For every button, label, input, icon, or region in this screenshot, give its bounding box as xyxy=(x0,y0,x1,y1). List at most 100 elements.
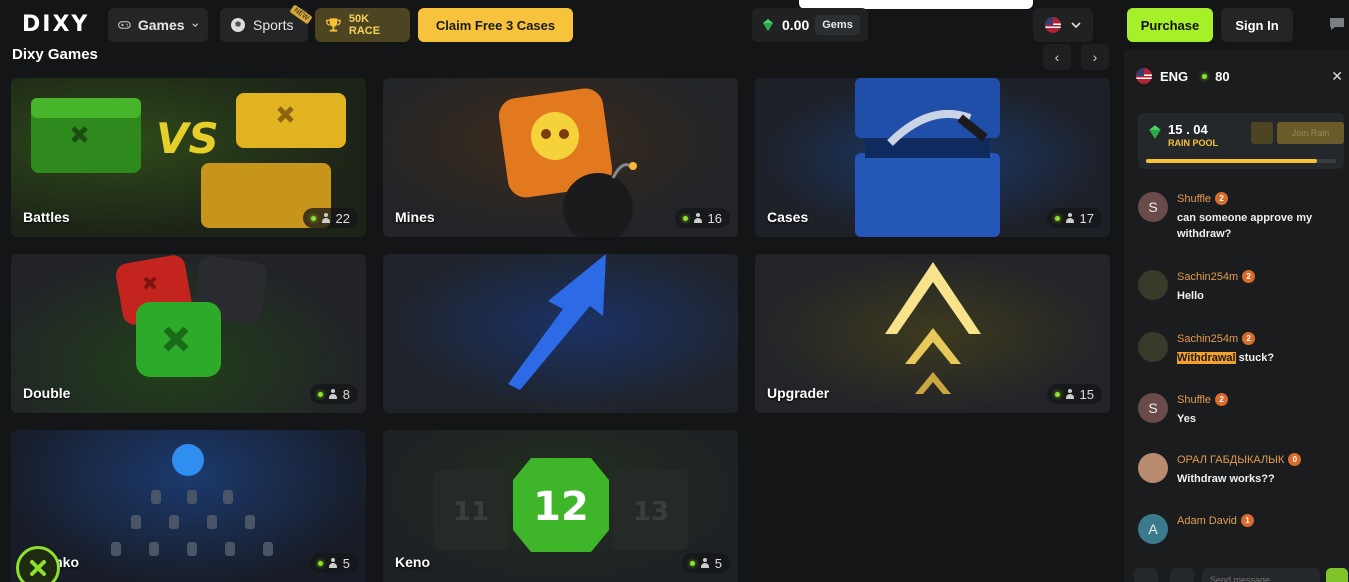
player-count: 5 xyxy=(681,553,730,573)
message-author[interactable]: Sachin254m 2 xyxy=(1177,270,1256,283)
avatar[interactable] xyxy=(1138,332,1168,362)
player-count-value: 15 xyxy=(1079,386,1094,402)
player-count-value: 5 xyxy=(714,555,722,571)
message-author[interactable]: Shuffle 2 xyxy=(1177,192,1229,205)
online-dot xyxy=(310,215,316,221)
game-card-cases[interactable]: Cases 17 xyxy=(755,78,1110,237)
discord-icon[interactable] xyxy=(1134,568,1158,582)
message-text: Withdrawal stuck? xyxy=(1177,352,1275,364)
online-dot xyxy=(1054,215,1060,221)
race-label: 50K RACE xyxy=(348,13,381,37)
join-rain-button[interactable]: Join Rain xyxy=(1277,122,1344,144)
player-count-value: 5 xyxy=(342,555,350,571)
game-card-keno[interactable]: 11 13 12 Keno 5 xyxy=(383,430,738,582)
keno-number-left: 11 xyxy=(453,497,489,527)
user-icon xyxy=(1065,389,1075,399)
online-dot xyxy=(317,560,323,566)
rain-pool-value: 15 . 04 xyxy=(1168,122,1208,137)
logo[interactable]: DIXY xyxy=(22,12,89,37)
keno-number-center: 12 xyxy=(533,484,589,530)
chat-icon[interactable] xyxy=(1328,16,1346,32)
us-flag-icon xyxy=(1136,68,1152,84)
player-count: 8 xyxy=(309,384,358,404)
race-button[interactable]: 50K RACE xyxy=(315,8,410,42)
rain-progress-fill xyxy=(1146,159,1317,163)
sign-in-button[interactable]: Sign In xyxy=(1221,8,1293,42)
game-label: Mines xyxy=(395,209,435,225)
lightbulb-icon xyxy=(1251,122,1273,144)
player-count: 15 xyxy=(1046,384,1102,404)
level-badge: 2 xyxy=(1242,270,1256,283)
sports-nav-button[interactable]: Sports NEW xyxy=(220,4,313,42)
kick-icon[interactable] xyxy=(1170,568,1194,582)
avatar[interactable]: S xyxy=(1138,393,1168,423)
avatar[interactable]: A xyxy=(1138,514,1168,544)
gem-icon xyxy=(763,19,773,31)
rain-progress xyxy=(1146,159,1336,163)
player-count: 16 xyxy=(674,208,730,228)
games-menu-button[interactable]: Games xyxy=(108,8,208,42)
message-text: Hello xyxy=(1177,290,1204,302)
player-count-value: 16 xyxy=(707,210,722,226)
level-badge: 1 xyxy=(1240,514,1254,527)
highlighted-word: Withdrawal xyxy=(1177,352,1236,364)
message-author[interactable]: ОРАЛ ГАБДЫКАЛЫК 0 xyxy=(1177,453,1302,466)
chevron-down-icon xyxy=(1071,22,1081,29)
message-author[interactable]: Adam David 1 xyxy=(1177,514,1254,527)
keno-number-right: 13 xyxy=(633,497,669,527)
gem-icon xyxy=(1149,125,1161,139)
chat-message-input[interactable]: Send message... xyxy=(1202,568,1320,582)
user-icon xyxy=(1065,213,1075,223)
player-count: 17 xyxy=(1046,208,1102,228)
rain-pool-label: RAIN POOL xyxy=(1168,138,1219,148)
game-card-upgrader[interactable]: Upgrader 15 xyxy=(755,254,1110,413)
carousel-prev-button[interactable]: ‹ xyxy=(1043,44,1071,70)
player-count: 5 xyxy=(309,553,358,573)
avatar[interactable]: S xyxy=(1138,192,1168,222)
chat-language[interactable]: ENG xyxy=(1160,69,1188,84)
sports-label: Sports xyxy=(253,17,294,33)
claim-free-cases-button[interactable]: Claim Free 3 Cases xyxy=(418,8,573,42)
games-label: Games xyxy=(137,17,185,33)
user-icon xyxy=(693,213,703,223)
section-title: Dixy Games xyxy=(12,46,98,63)
purchase-button[interactable]: Purchase xyxy=(1127,8,1213,42)
trophy-icon xyxy=(326,18,341,32)
dixy-logo-icon xyxy=(30,560,46,576)
level-badge: 0 xyxy=(1288,453,1302,466)
online-dot xyxy=(682,215,688,221)
gem-balance: 0.00 Gems xyxy=(752,8,868,42)
send-button[interactable] xyxy=(1326,568,1348,582)
game-label: Cases xyxy=(767,209,809,225)
game-label: Upgrader xyxy=(767,385,830,401)
online-dot xyxy=(689,560,695,566)
message-text: Yes xyxy=(1177,413,1196,425)
game-card-double[interactable]: Double 8 xyxy=(11,254,366,413)
message-author[interactable]: Sachin254m 2 xyxy=(1177,332,1256,345)
rain-pool: 15 . 04 RAIN POOL Join Rain xyxy=(1138,113,1344,169)
game-card-mines[interactable]: Mines 16 xyxy=(383,78,738,237)
arrow-up-illustration xyxy=(508,254,606,390)
svg-text:VS: VS xyxy=(156,114,219,163)
player-count-value: 17 xyxy=(1079,210,1094,226)
message-author[interactable]: Shuffle 2 xyxy=(1177,393,1229,406)
message-text: can someone approve my withdraw? xyxy=(1177,212,1313,240)
game-card-crash[interactable] xyxy=(383,254,738,413)
game-card-plinko[interactable]: Plinko 5 xyxy=(11,430,366,582)
gem-balance-value: 0.00 xyxy=(782,17,810,33)
chat-footer: Send message... xyxy=(1124,562,1349,582)
avatar[interactable] xyxy=(1138,270,1168,300)
language-selector[interactable] xyxy=(1033,8,1093,42)
game-label: Keno xyxy=(395,554,430,570)
avatar[interactable] xyxy=(1138,453,1168,483)
dixy-logo-button[interactable] xyxy=(16,546,60,582)
carousel-next-button[interactable]: › xyxy=(1081,44,1109,70)
close-icon[interactable]: ✕ xyxy=(1331,68,1343,85)
message-text: Withdraw works?? xyxy=(1177,473,1275,485)
user-icon xyxy=(321,213,331,223)
gems-button[interactable]: Gems xyxy=(815,15,860,35)
player-count-value: 8 xyxy=(342,386,350,402)
game-card-battles[interactable]: VS Battles 22 xyxy=(11,78,366,237)
soccer-ball-icon xyxy=(231,18,245,32)
online-dot xyxy=(1202,73,1208,79)
